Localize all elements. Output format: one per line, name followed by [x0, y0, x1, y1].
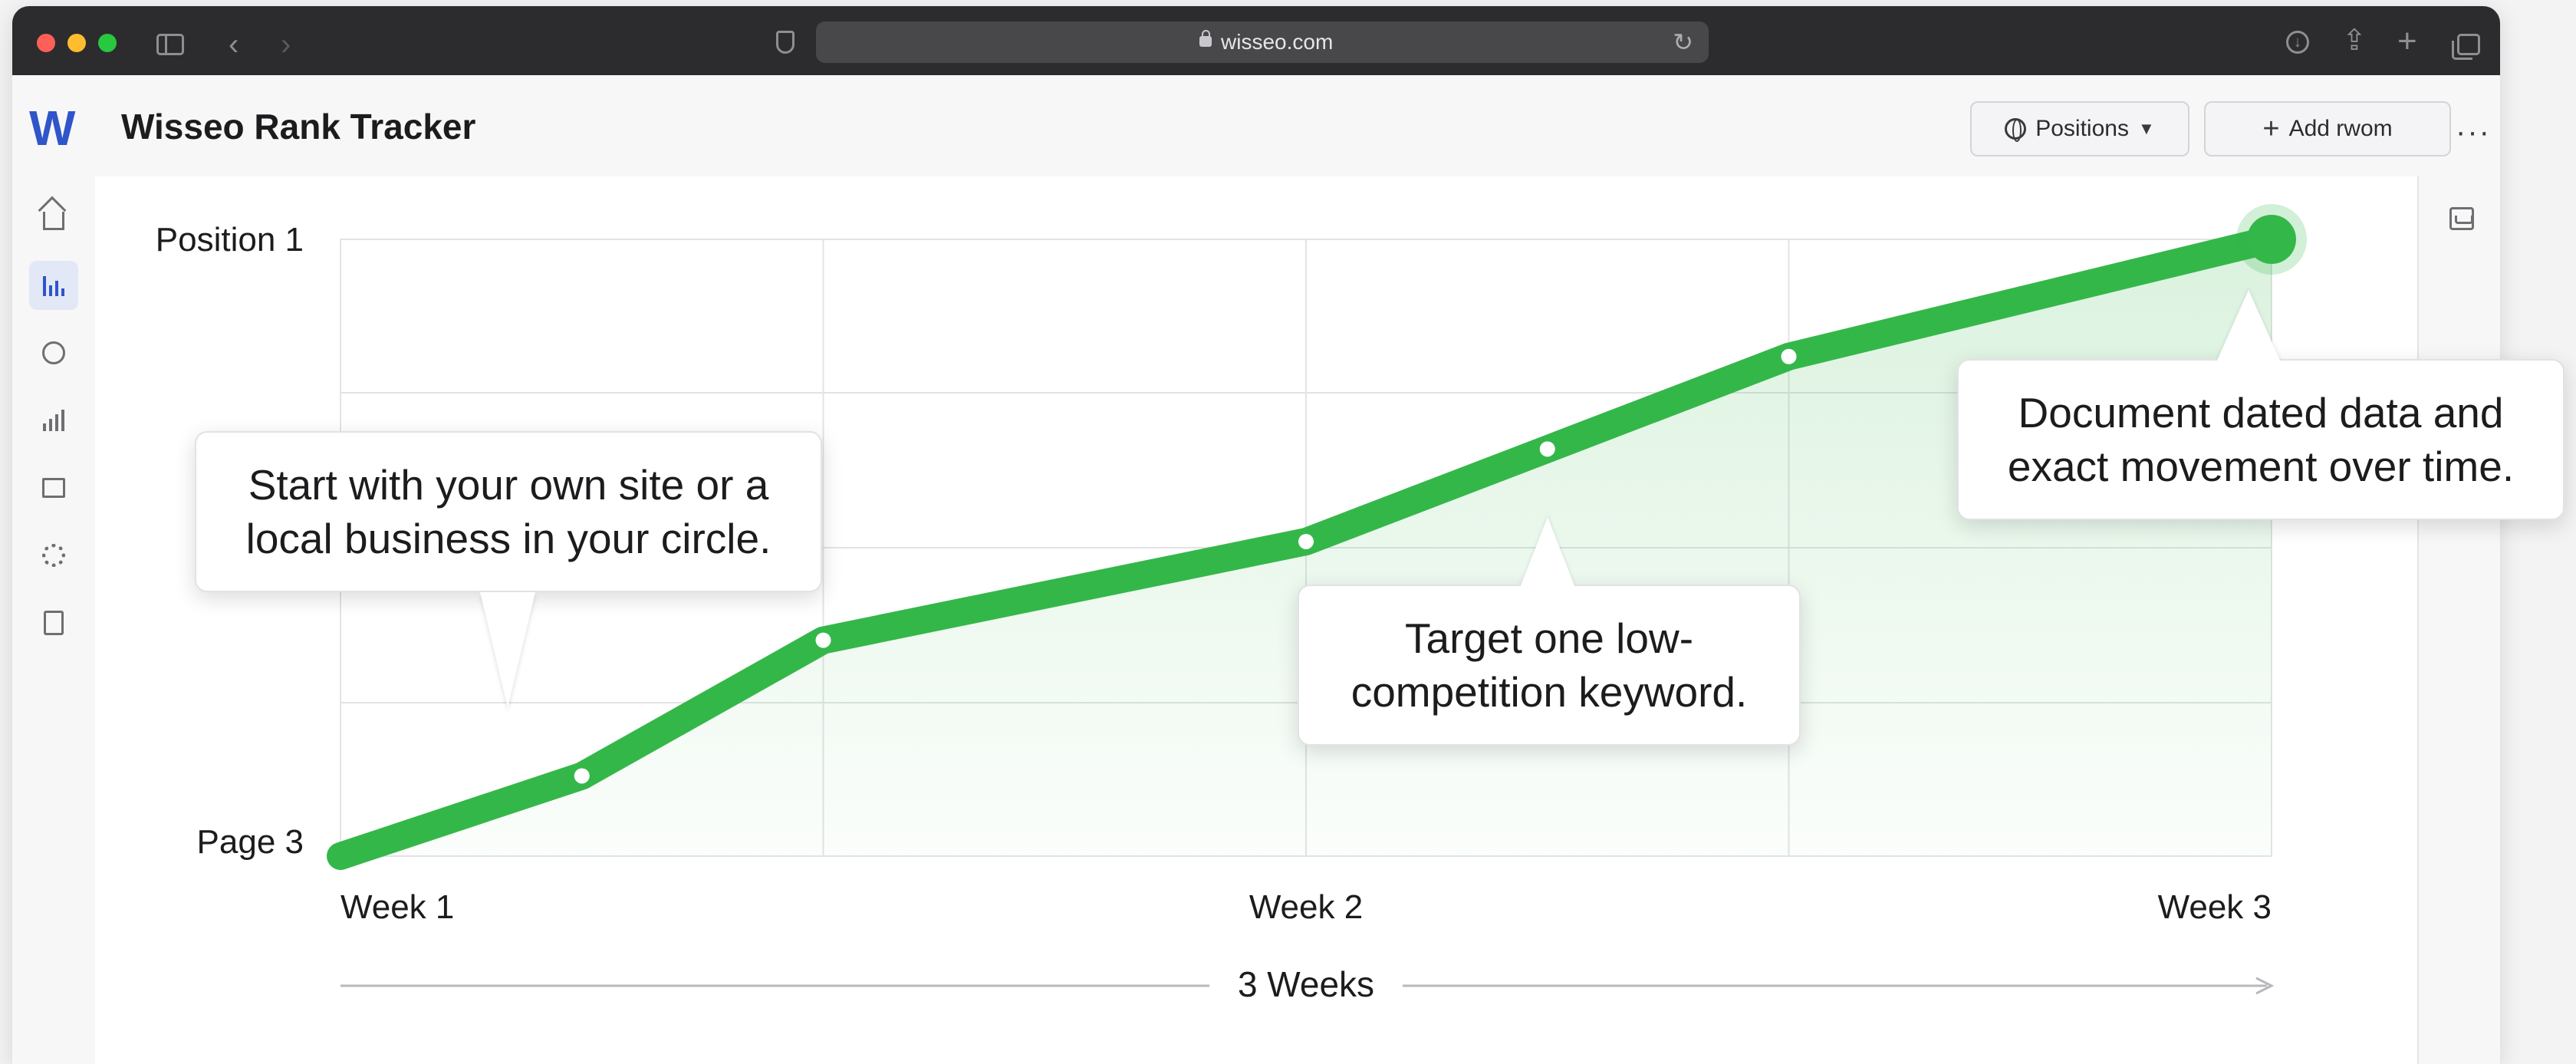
right-sidebar: [2417, 176, 2500, 1064]
chevron-down-icon: ▼: [2137, 119, 2155, 138]
duration-label: 3 Weeks: [1238, 964, 1374, 1004]
y-tick-page-3: Page 3: [197, 823, 304, 861]
callout-document-data: Document dated data and exact movement o…: [1957, 290, 2564, 520]
app-title: Wisseo Rank Tracker: [121, 107, 476, 147]
report-icon[interactable]: [29, 598, 78, 647]
rank-line-chart: Position 1 Page 3 Week 1 Week 2 Week 3 3…: [156, 204, 2307, 1004]
lock-icon: [1199, 30, 1212, 47]
callout-tail: [2216, 290, 2281, 362]
x-tick-week-1: Week 1: [341, 888, 454, 926]
home-icon[interactable]: [29, 193, 78, 242]
left-sidebar: [12, 176, 97, 1064]
callout-start-site: Start with your own site or a local busi…: [195, 431, 822, 707]
inbox-icon[interactable]: [2449, 207, 2474, 230]
x-tick-week-2: Week 2: [1249, 888, 1363, 926]
gear-icon[interactable]: [29, 531, 78, 580]
bar-chart-icon[interactable]: [29, 396, 78, 445]
share-icon[interactable]: ⇪: [2342, 26, 2367, 55]
app-header: W Wisseo Rank Tracker Positions ▼ + Add …: [12, 75, 2500, 178]
more-options-icon[interactable]: ···: [2456, 117, 2491, 147]
sidebar-toggle-icon[interactable]: [156, 34, 184, 55]
x-tick-week-3: Week 3: [2158, 888, 2272, 926]
add-button[interactable]: + Add rwom: [2204, 101, 2451, 156]
callout-target-keyword: Target one low-competition keyword.: [1298, 517, 1801, 746]
data-point: [1781, 348, 1797, 364]
y-tick-position-1: Position 1: [156, 221, 304, 259]
reload-icon[interactable]: ↻: [1673, 28, 1693, 57]
callout-document-data-text: Document dated data and exact movement o…: [2007, 389, 2515, 490]
plus-icon: +: [2262, 113, 2280, 145]
callout-target-keyword-text: Target one low-competition keyword.: [1351, 614, 1748, 716]
download-icon[interactable]: ↓: [2286, 31, 2309, 54]
rank-chart-panel: Position 1 Page 3 Week 1 Week 2 Week 3 3…: [95, 176, 2417, 1064]
flag-icon[interactable]: [29, 463, 78, 512]
tab-overview-icon[interactable]: [2452, 34, 2480, 60]
wisseo-logo[interactable]: W: [29, 100, 75, 156]
browser-window: ‹ › wisseo.com ↻ ↓ ⇪ + W Wisseo Rank Tra…: [12, 6, 2500, 1064]
url-text: wisseo.com: [1221, 30, 1334, 54]
callout-tail: [480, 592, 535, 707]
data-point: [1298, 533, 1314, 549]
privacy-shield-icon[interactable]: [776, 31, 795, 54]
positions-dropdown[interactable]: Positions ▼: [1970, 101, 2189, 156]
callout-tail: [1520, 517, 1575, 588]
positions-label: Positions: [2035, 116, 2129, 141]
data-point-endpoint: [2247, 215, 2296, 264]
check-circle-icon[interactable]: [29, 328, 78, 377]
address-bar[interactable]: wisseo.com ↻: [816, 21, 1709, 63]
callout-start-site-text: Start with your own site or a local busi…: [245, 461, 771, 562]
close-window-button[interactable]: [37, 34, 55, 52]
zoom-window-button[interactable]: [98, 34, 117, 52]
forward-icon[interactable]: ›: [281, 29, 291, 60]
rank-chart-icon[interactable]: [29, 261, 78, 310]
data-point: [1539, 441, 1555, 457]
data-point: [574, 768, 590, 784]
globe-icon: [2005, 118, 2027, 142]
minimize-window-button[interactable]: [67, 34, 86, 52]
browser-titlebar: ‹ › wisseo.com ↻ ↓ ⇪ +: [12, 6, 2500, 75]
data-point: [815, 632, 831, 648]
new-tab-icon[interactable]: +: [2397, 25, 2417, 58]
back-icon[interactable]: ‹: [229, 29, 239, 60]
add-button-label: Add rwom: [2288, 116, 2393, 141]
